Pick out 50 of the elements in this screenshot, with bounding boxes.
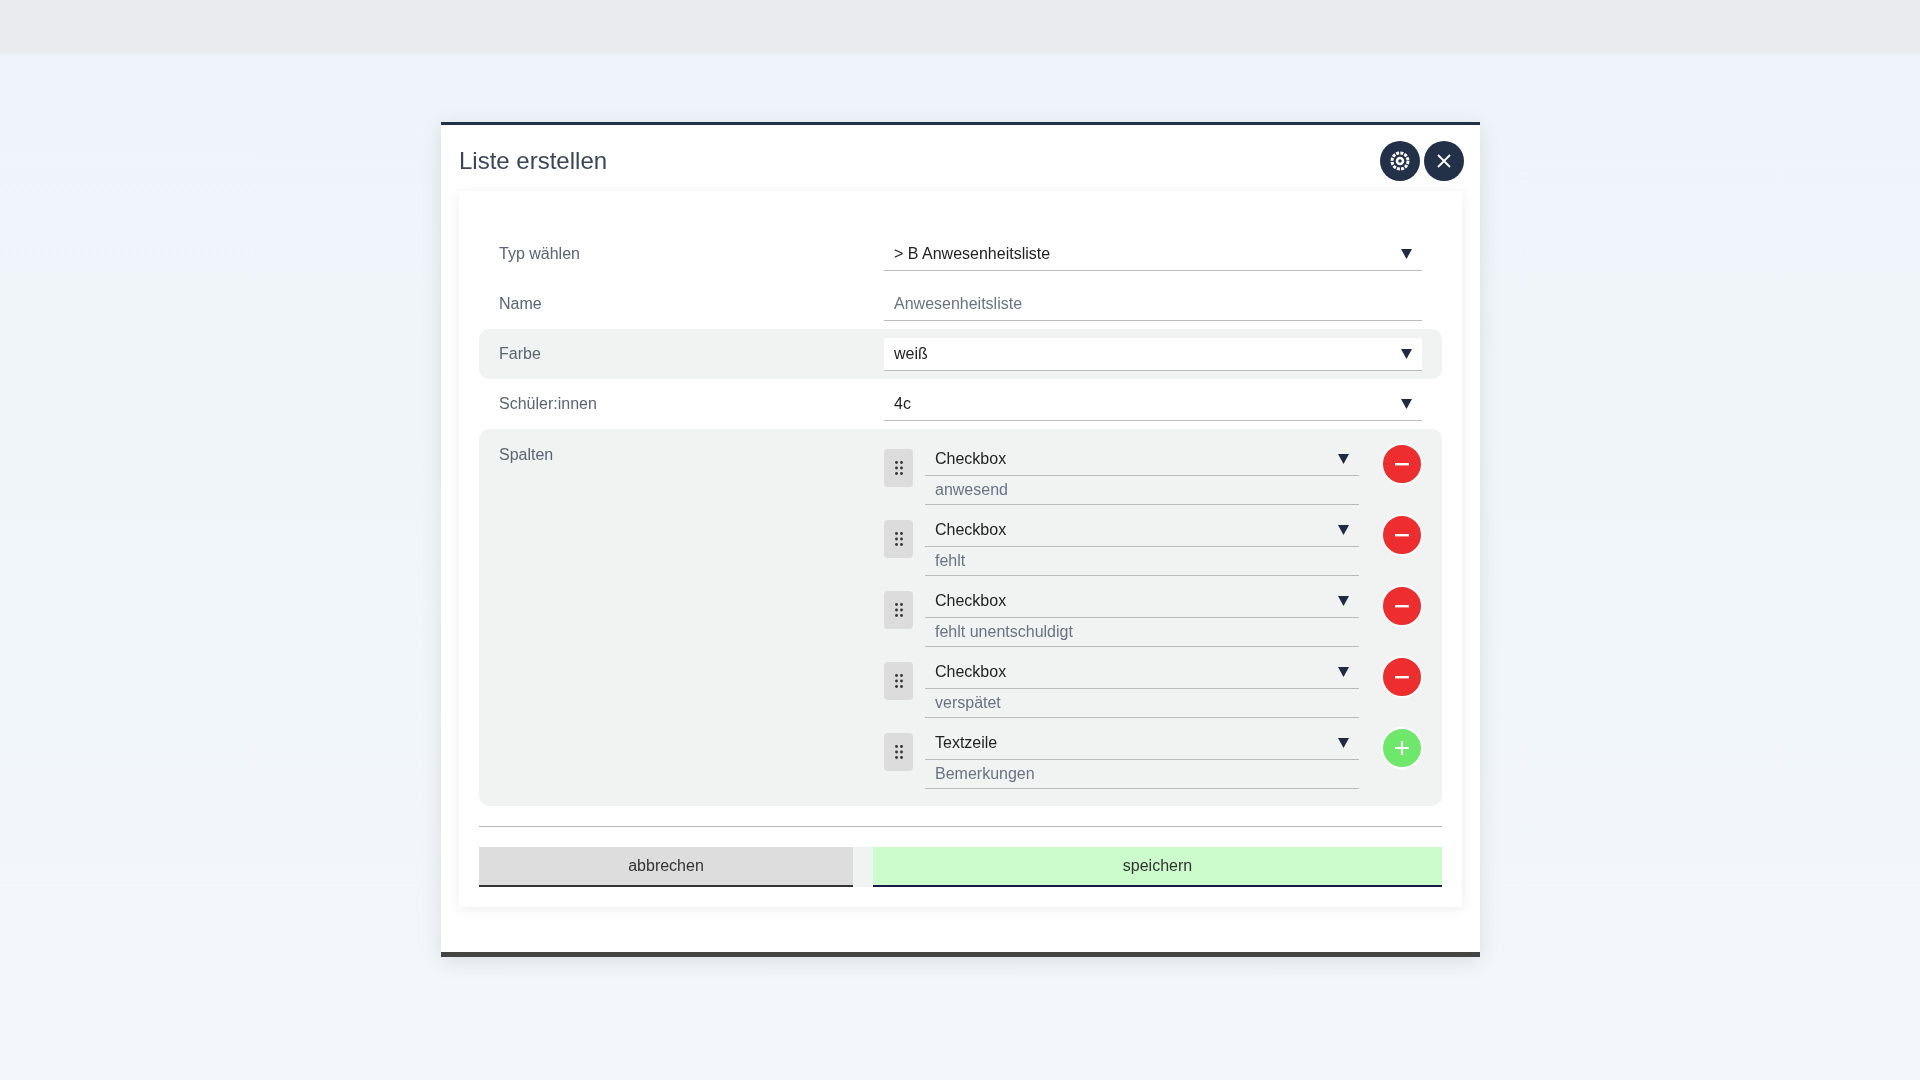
- drag-handle[interactable]: [884, 449, 913, 487]
- minus-icon: [1395, 462, 1409, 466]
- caret-icon: [1338, 454, 1349, 464]
- dialog-title: Liste erstellen: [459, 146, 608, 176]
- close-button[interactable]: [1424, 141, 1464, 181]
- remove-button[interactable]: [1381, 443, 1423, 485]
- caret-icon: [1401, 348, 1412, 359]
- select-field[interactable]: Checkbox: [925, 656, 1359, 689]
- drag-handle[interactable]: [884, 520, 913, 558]
- drag-dots-icon: [894, 532, 903, 546]
- drag-handle[interactable]: [884, 733, 913, 771]
- input-field[interactable]: Anwesenheitsliste: [884, 287, 1422, 321]
- minus-icon: [1395, 533, 1409, 537]
- minus-icon: [1395, 675, 1409, 679]
- drag-dots-icon: [894, 674, 903, 688]
- select-field[interactable]: Checkbox: [925, 443, 1359, 476]
- remove-button[interactable]: [1381, 656, 1423, 698]
- settings-button[interactable]: [1380, 141, 1420, 181]
- caret-icon: [1338, 525, 1349, 535]
- drag-dots-icon: [894, 603, 903, 617]
- input-field[interactable]: Bemerkungen: [925, 760, 1359, 789]
- field-label: Schüler:innen: [499, 394, 598, 414]
- save-button[interactable]: speichern: [873, 847, 1442, 887]
- caret-icon: [1338, 667, 1349, 677]
- select-field[interactable]: weiß: [884, 337, 1422, 371]
- input-field[interactable]: anwesend: [925, 476, 1359, 505]
- remove-button[interactable]: [1381, 514, 1423, 556]
- cancel-button[interactable]: abbrechen: [479, 847, 853, 887]
- close-icon: [1436, 153, 1452, 169]
- drag-dots-icon: [894, 745, 903, 759]
- caret-icon: [1338, 738, 1349, 748]
- field-label: Name: [499, 294, 543, 314]
- drag-dots-icon: [894, 461, 903, 475]
- select-field[interactable]: Textzeile: [925, 727, 1359, 760]
- input-field[interactable]: fehlt: [925, 547, 1359, 576]
- minus-icon: [1395, 604, 1409, 608]
- field-label: Spalten: [499, 445, 555, 465]
- caret-icon: [1401, 248, 1412, 259]
- field-label: Farbe: [499, 344, 542, 364]
- plus-icon: [1394, 740, 1410, 756]
- input-field[interactable]: fehlt unentschuldigt: [925, 618, 1359, 647]
- caret-icon: [1338, 596, 1349, 606]
- drag-handle[interactable]: [884, 662, 913, 700]
- drag-handle[interactable]: [884, 591, 913, 629]
- select-field[interactable]: Checkbox: [925, 514, 1359, 547]
- caret-icon: [1401, 398, 1412, 409]
- remove-button[interactable]: [1381, 585, 1423, 627]
- select-field[interactable]: Checkbox: [925, 585, 1359, 618]
- field-label: Typ wählen: [499, 244, 581, 264]
- input-field[interactable]: verspätet: [925, 689, 1359, 718]
